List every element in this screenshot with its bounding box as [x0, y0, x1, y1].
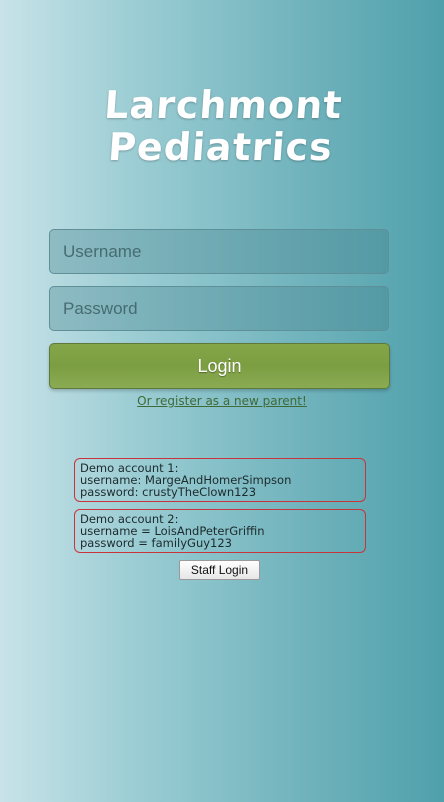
logo-line-2: Pediatrics — [106, 125, 335, 169]
demo-account-box: Demo account 1: username: MargeAndHomerS… — [74, 458, 366, 502]
brand-logo: Larchmont Pediatrics — [0, 83, 444, 169]
demo-account-password: password = familyGuy123 — [80, 536, 232, 550]
password-input[interactable] — [49, 286, 389, 331]
username-input[interactable] — [49, 229, 389, 274]
register-parent-link[interactable]: Or register as a new parent! — [0, 394, 444, 408]
logo-line-1: Larchmont — [102, 83, 345, 127]
login-button[interactable]: Login — [49, 343, 390, 389]
demo-account-password: password: crustyTheClown123 — [80, 485, 257, 499]
demo-account-box: Demo account 2: username = LoisAndPeterG… — [74, 509, 366, 553]
staff-login-button[interactable]: Staff Login — [179, 560, 260, 580]
